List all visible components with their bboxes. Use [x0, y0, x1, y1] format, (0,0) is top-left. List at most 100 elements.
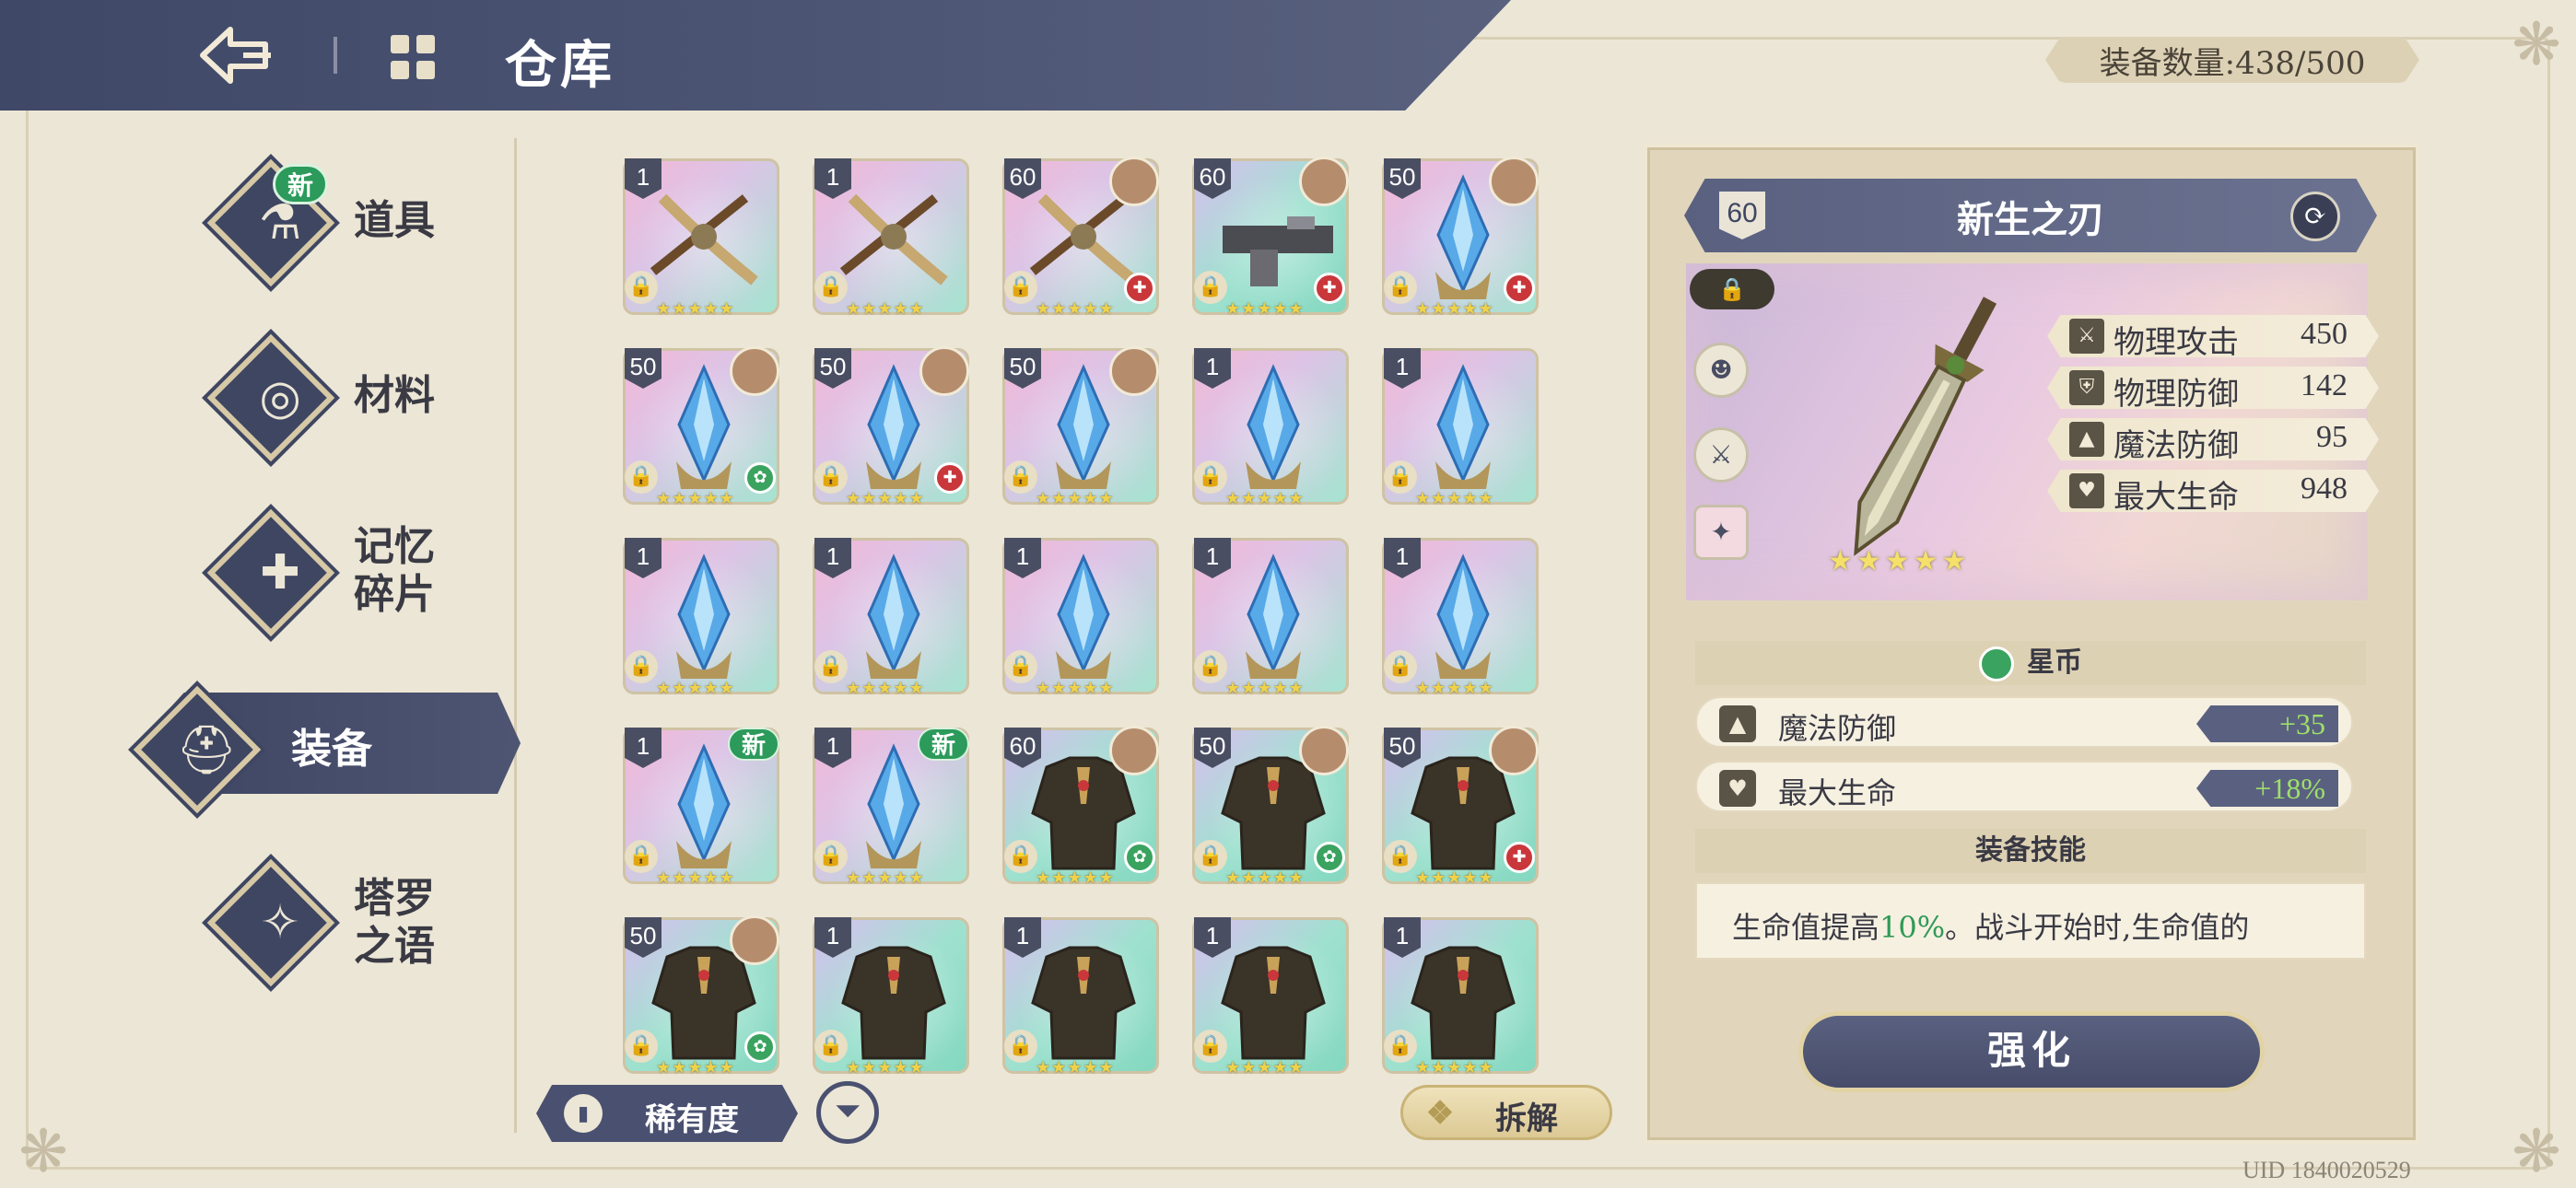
sidebar-item-equipment[interactable]: ⛑ 装备 — [0, 683, 461, 821]
stat-name: 物理攻击 — [2113, 324, 2239, 361]
equipment-slot[interactable]: 1 🔒 ★★★★★ — [1378, 914, 1542, 1077]
rarity-sort-button[interactable]: ▮ 稀有度 — [536, 1085, 798, 1142]
star-rating: ★★★★★ — [1225, 489, 1305, 508]
log-icon: ◎ — [259, 370, 301, 425]
sidebar-item-label: 装备 — [291, 726, 372, 773]
bonus-row: ▲ 魔法防御 +35 — [1695, 696, 2353, 748]
dismantle-button[interactable]: ❖ 拆解 — [1400, 1085, 1612, 1140]
equipment-slot[interactable]: 1 🔒 ★★★★★ — [809, 534, 973, 698]
equipment-slot[interactable]: 1 🔒 ★★★★★ — [619, 155, 783, 319]
sidebar-divider — [514, 138, 517, 1133]
lock-toggle[interactable]: 🔒 — [1690, 269, 1774, 309]
menu-grid-button[interactable] — [387, 31, 439, 83]
star-rating: ★★★★★ — [1415, 868, 1494, 888]
equipment-slot[interactable]: 50 🔒 ✿ ★★★★★ — [1188, 724, 1352, 888]
lock-icon: 🔒 — [814, 650, 848, 683]
equipment-slot[interactable]: 1 新 🔒 ★★★★★ — [619, 724, 783, 888]
new-badge: 新 — [728, 728, 779, 761]
sidebar-item-label-group: 记忆 碎片 — [354, 523, 435, 619]
star-rating: ★★★★★ — [846, 679, 925, 698]
crystal-icon: ❖ — [1425, 1095, 1455, 1132]
lock-icon: 🔒 — [1384, 650, 1417, 683]
character-avatar — [1299, 157, 1349, 206]
equipment-slot[interactable]: 50 🔒 ★★★★★ — [999, 344, 1163, 508]
item-name: 新生之刃 — [1957, 198, 2104, 241]
equipment-slot[interactable]: 1 🔒 ★★★★★ — [1188, 344, 1352, 508]
sidebar-item-tarot[interactable]: ✧ 塔罗 之语 — [0, 858, 461, 996]
equipment-slot[interactable]: 60 🔒 ✚ ★★★★★ — [999, 155, 1163, 319]
sidebar-item-label-line: 之语 — [354, 923, 435, 970]
equipment-slot[interactable]: 1 新 🔒 ★★★★★ — [809, 724, 973, 888]
character-avatar — [1109, 726, 1159, 775]
heart-icon: ♥ — [1719, 770, 1756, 807]
equipment-slot[interactable]: 50 🔒 ✚ ★★★★★ — [809, 344, 973, 508]
equipment-slot[interactable]: 1 🔒 ★★★★★ — [999, 914, 1163, 1077]
equipment-slot[interactable]: 1 🔒 ★★★★★ — [1188, 914, 1352, 1077]
equipment-slot[interactable]: 60 🔒 ✿ ★★★★★ — [999, 724, 1163, 888]
lock-icon: 🔒 — [1194, 460, 1227, 494]
equipment-slot[interactable]: 50 🔒 ✿ ★★★★★ — [619, 914, 783, 1077]
sidebar-item-memory-fragments[interactable]: ✚ 记忆 碎片 — [0, 508, 461, 646]
equipment-type-icon: ⚔ — [1693, 427, 1749, 483]
back-button[interactable] — [193, 20, 276, 90]
element-icon: ✿ — [744, 1031, 776, 1063]
equipment-slot[interactable]: 50 🔒 ✚ ★★★★★ — [1378, 724, 1542, 888]
sidebar-item-label: 道具 — [354, 197, 435, 244]
star-rating: ★★★★★ — [1225, 1058, 1305, 1077]
equipment-slot[interactable]: 1 🔒 ★★★★★ — [809, 155, 973, 319]
back-arrow-icon — [200, 27, 271, 84]
set-emblem-icon: ✦ — [1693, 505, 1749, 560]
star-rating: ★★★★★ — [1036, 489, 1115, 508]
star-rating: ★★★★★ — [1225, 868, 1305, 888]
user-id: UID 1840020529 — [2242, 1157, 2411, 1183]
skill-description[interactable]: 生命值提高10%。战斗开始时,生命值的 — [1695, 882, 2366, 960]
tarot-icon: ✧ — [260, 895, 300, 950]
stat-value: 948 — [2301, 472, 2348, 506]
bonus-name: 魔法防御 — [1778, 711, 1897, 746]
sidebar-item-materials[interactable]: ◎ 材料 — [0, 333, 461, 472]
bonus-value: +18% — [2196, 770, 2338, 807]
header-divider — [334, 37, 337, 74]
skill-text: 生命值提高 — [1732, 910, 1880, 945]
stat-name: 魔法防御 — [2113, 427, 2239, 464]
corner-ornament-icon: ❋ — [2512, 11, 2561, 79]
character-avatar — [1489, 726, 1539, 775]
stat-row: ⛨ 物理防御 142 — [2047, 367, 2379, 409]
item-name-bar: 60 新生之刃 ⟳ — [1684, 179, 2377, 252]
character-avatar — [1109, 157, 1159, 206]
lock-icon: 🔒 — [1384, 460, 1417, 494]
puzzle-icon: ✚ — [260, 545, 300, 600]
star-rating: ★★★★★ — [1415, 299, 1494, 319]
sidebar-item-items[interactable]: ⚗ 新 道具 — [0, 158, 461, 297]
lock-icon: 🔒 — [625, 1030, 658, 1063]
star-rating: ★★★★★ — [1415, 489, 1494, 508]
equipment-slot[interactable]: 1 🔒 ★★★★★ — [1378, 534, 1542, 698]
element-icon: ✿ — [1314, 842, 1345, 873]
equipment-slot[interactable]: 1 🔒 ★★★★★ — [619, 534, 783, 698]
equipment-slot[interactable]: 1 🔒 ★★★★★ — [1378, 344, 1542, 508]
equipment-slot[interactable]: 1 🔒 ★★★★★ — [809, 914, 973, 1077]
character-avatar — [1299, 726, 1349, 775]
element-icon: ✿ — [744, 462, 776, 494]
equipped-by-button[interactable]: ☻ — [1693, 343, 1749, 398]
rarity-sort-label: 稀有度 — [645, 1101, 739, 1138]
lock-icon: 🔒 — [1718, 276, 1746, 302]
swap-button[interactable]: ⟳ — [2290, 192, 2340, 241]
equipment-slot[interactable]: 50 🔒 ✚ ★★★★★ — [1378, 155, 1542, 319]
equipment-slot[interactable]: 50 🔒 ✿ ★★★★★ — [619, 344, 783, 508]
filter-button[interactable]: ⏷ — [816, 1081, 879, 1144]
equipment-slot[interactable]: 1 🔒 ★★★★★ — [999, 534, 1163, 698]
equipment-slot[interactable]: 1 🔒 ★★★★★ — [1188, 534, 1352, 698]
star-rating: ★★★★★ — [1225, 679, 1305, 698]
lock-icon: 🔒 — [1194, 650, 1227, 683]
item-stars: ★★★★★ — [1828, 545, 1971, 577]
equipment-slot[interactable]: 60 🔒 ✚ ★★★★★ — [1188, 155, 1352, 319]
element-icon: ✚ — [1314, 273, 1345, 304]
lock-icon: 🔒 — [814, 271, 848, 304]
character-avatar — [730, 346, 779, 396]
strengthen-button[interactable]: 强化 — [1798, 1011, 2265, 1092]
sidebar-item-label-line: 碎片 — [354, 571, 435, 618]
lock-icon: 🔒 — [1384, 840, 1417, 873]
heart-icon: ♥ — [2069, 473, 2104, 508]
bonus-row: ♥ 最大生命 +18% — [1695, 761, 2353, 812]
